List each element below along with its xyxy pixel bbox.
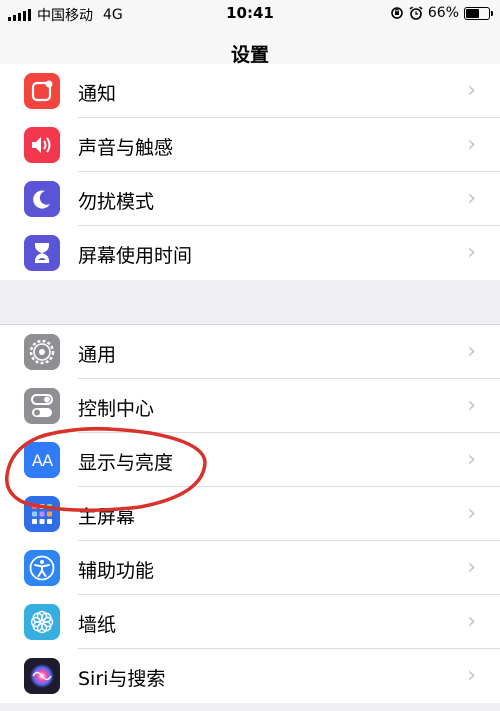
status-bar: 中国移动 4G 10:41 66% bbox=[0, 0, 500, 28]
chevron-right-icon: › bbox=[467, 240, 476, 265]
row-label: 辅助功能 bbox=[78, 560, 155, 582]
chevron-right-icon: › bbox=[467, 555, 476, 580]
settings-row-sounds[interactable]: 声音与触感 › bbox=[0, 118, 500, 172]
settings-row-screen-time[interactable]: 屏幕使用时间 › bbox=[0, 226, 500, 280]
row-label: 屏幕使用时间 bbox=[78, 245, 193, 267]
settings-row-control-center[interactable]: 控制中心 › bbox=[0, 379, 500, 433]
orientation-lock-icon bbox=[391, 7, 403, 19]
chevron-right-icon: › bbox=[467, 447, 476, 472]
settings-row-notifications[interactable]: 通知 › bbox=[0, 64, 500, 118]
battery-icon bbox=[464, 6, 493, 20]
alarm-icon bbox=[409, 6, 423, 20]
row-label: 墙纸 bbox=[78, 614, 117, 636]
accessibility-icon bbox=[24, 550, 60, 586]
settings-row-siri-search[interactable]: Siri与搜索 › bbox=[0, 649, 500, 703]
homescreen-icon bbox=[24, 496, 60, 532]
row-label: 勿扰模式 bbox=[78, 191, 155, 213]
chevron-right-icon: › bbox=[467, 501, 476, 526]
row-label: 显示与亮度 bbox=[78, 452, 174, 474]
battery-percent: 66% bbox=[427, 5, 459, 21]
row-label: Siri与搜索 bbox=[78, 668, 166, 690]
chevron-right-icon: › bbox=[467, 339, 476, 364]
siri-icon bbox=[24, 658, 60, 694]
display-aa-text: AA bbox=[31, 450, 53, 470]
settings-group-2: 通用 › 控制中心 › AA 显示与亮度 › 主屏幕 › 辅助功能 › 墙纸 ›… bbox=[0, 324, 500, 703]
row-label: 控制中心 bbox=[78, 398, 155, 420]
settings-row-accessibility[interactable]: 辅助功能 › bbox=[0, 541, 500, 595]
chevron-right-icon: › bbox=[467, 186, 476, 211]
status-right: 66% bbox=[390, 5, 493, 21]
hourglass-icon bbox=[24, 235, 60, 271]
page-title: 设置 bbox=[230, 44, 269, 66]
toggles-icon bbox=[24, 388, 60, 424]
speaker-icon bbox=[24, 127, 60, 163]
gear-icon bbox=[24, 334, 60, 370]
settings-row-general[interactable]: 通用 › bbox=[0, 325, 500, 379]
settings-group-1: 通知 › 声音与触感 › 勿扰模式 › 屏幕使用时间 › bbox=[0, 64, 500, 280]
row-label: 声音与触感 bbox=[78, 137, 174, 159]
display-aa-icon: AA bbox=[24, 442, 60, 478]
row-label: 通知 bbox=[78, 83, 117, 105]
wallpaper-flower-icon bbox=[24, 604, 60, 640]
settings-row-home-screen[interactable]: 主屏幕 › bbox=[0, 487, 500, 541]
chevron-right-icon: › bbox=[467, 393, 476, 418]
battery-fill bbox=[466, 8, 479, 18]
settings-row-display-brightness[interactable]: AA 显示与亮度 › bbox=[0, 433, 500, 487]
notifications-icon bbox=[24, 73, 60, 109]
moon-icon bbox=[24, 181, 60, 217]
chevron-right-icon: › bbox=[467, 78, 476, 103]
chevron-right-icon: › bbox=[467, 663, 476, 688]
chevron-right-icon: › bbox=[467, 609, 476, 634]
chevron-right-icon: › bbox=[467, 132, 476, 157]
row-label: 主屏幕 bbox=[78, 506, 136, 528]
settings-row-do-not-disturb[interactable]: 勿扰模式 › bbox=[0, 172, 500, 226]
settings-row-wallpaper[interactable]: 墙纸 › bbox=[0, 595, 500, 649]
row-label: 通用 bbox=[78, 344, 117, 366]
